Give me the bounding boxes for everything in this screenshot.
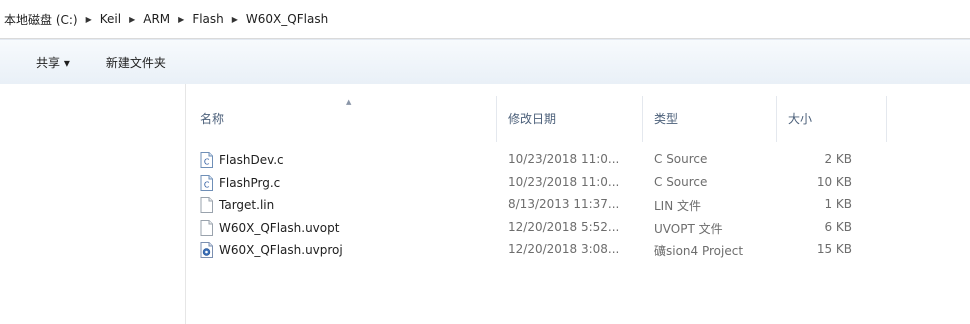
column-header-name[interactable]: 名称	[200, 110, 224, 127]
file-name: FlashDev.c	[219, 153, 284, 167]
file-size: 1 KB	[824, 197, 852, 211]
file-row-target-lin[interactable]: Target.lin 8/13/2013 11:37... LIN 文件 1 K…	[186, 193, 970, 216]
file-type: C Source	[654, 152, 708, 166]
breadcrumb-separator-icon[interactable]: ▶	[129, 15, 135, 24]
new-folder-button[interactable]: 新建文件夹	[100, 50, 172, 75]
sort-ascending-icon: ▲	[346, 98, 352, 106]
file-list-view[interactable]: 名称 ▲ 修改日期 类型 大小 C FlashDev.c 10/23/2018 …	[186, 84, 970, 324]
address-bar[interactable]: 本地磁盘 (C:) ▶ Keil ▶ ARM ▶ Flash ▶ W60X_QF…	[0, 0, 970, 38]
file-name-cell: W60X_QFlash.uvopt	[200, 219, 340, 236]
file-name: FlashPrg.c	[219, 175, 281, 190]
file-modified-date: 10/23/2018 11:0...	[508, 152, 620, 166]
column-divider[interactable]	[642, 96, 643, 142]
svg-text:C: C	[204, 158, 210, 167]
column-header-size[interactable]: 大小	[788, 110, 812, 127]
breadcrumb-item-drive[interactable]: 本地磁盘 (C:)	[2, 11, 80, 28]
command-toolbar: 共享 ▾ 新建文件夹	[0, 39, 970, 85]
file-type: 礦sion4 Project	[654, 244, 744, 258]
column-header-row: 名称 ▲ 修改日期 类型 大小	[186, 96, 970, 142]
file-name: W60X_QFlash.uvproj	[219, 243, 343, 257]
file-type: LIN 文件	[654, 199, 702, 213]
file-modified-date: 12/20/2018 3:08...	[508, 242, 620, 256]
breadcrumb-separator-icon[interactable]: ▶	[232, 15, 238, 24]
file-size: 2 KB	[824, 152, 852, 166]
breadcrumb-separator-icon[interactable]: ▶	[178, 15, 184, 24]
file-name: Target.lin	[219, 198, 275, 212]
file-type: C Source	[654, 174, 708, 189]
breadcrumb-item-flash[interactable]: Flash	[190, 12, 225, 26]
file-row-flashprg-c[interactable]: C FlashPrg.c 10/23/2018 11:0... C Source…	[186, 171, 970, 194]
generic-file-icon	[200, 197, 213, 213]
column-header-modified[interactable]: 修改日期	[508, 110, 556, 127]
svg-text:C: C	[204, 180, 210, 189]
column-divider[interactable]	[886, 96, 887, 142]
file-size: 6 KB	[824, 219, 852, 234]
c-source-file-icon: C	[200, 152, 213, 168]
file-name-cell: W60X_QFlash.uvproj	[200, 242, 343, 258]
file-modified-date: 12/20/2018 5:52...	[508, 219, 620, 234]
file-name-cell: Target.lin	[200, 197, 274, 213]
breadcrumb-item-current-folder[interactable]: W60X_QFlash	[244, 12, 330, 26]
file-list: C FlashDev.c 10/23/2018 11:0... C Source…	[186, 148, 970, 261]
breadcrumb-item-arm[interactable]: ARM	[141, 12, 172, 26]
file-name-cell: C FlashDev.c	[200, 152, 284, 168]
new-folder-button-label: 新建文件夹	[105, 55, 166, 70]
file-name-cell: C FlashPrg.c	[200, 174, 281, 191]
file-modified-date: 10/23/2018 11:0...	[508, 174, 620, 189]
generic-file-icon	[200, 219, 213, 236]
share-button-label: 共享 ▾	[36, 55, 70, 70]
breadcrumb-item-keil[interactable]: Keil	[98, 12, 123, 26]
file-row-w60x-qflash-uvopt[interactable]: W60X_QFlash.uvopt 12/20/2018 5:52... UVO…	[186, 216, 970, 239]
file-row-w60x-qflash-uvproj[interactable]: W60X_QFlash.uvproj 12/20/2018 3:08... 礦s…	[186, 238, 970, 261]
c-source-file-icon: C	[200, 174, 213, 191]
file-size: 15 KB	[816, 242, 852, 256]
share-button[interactable]: 共享 ▾	[30, 50, 76, 75]
breadcrumb-separator-icon[interactable]: ▶	[86, 15, 92, 24]
column-divider[interactable]	[776, 96, 777, 142]
uvision-project-icon	[200, 242, 213, 258]
file-name: W60X_QFlash.uvopt	[219, 220, 340, 235]
breadcrumb: 本地磁盘 (C:) ▶ Keil ▶ ARM ▶ Flash ▶ W60X_QF…	[0, 11, 330, 28]
file-row-flashdev-c[interactable]: C FlashDev.c 10/23/2018 11:0... C Source…	[186, 148, 970, 171]
file-size: 10 KB	[816, 174, 852, 189]
column-header-type[interactable]: 类型	[654, 110, 678, 127]
file-modified-date: 8/13/2013 11:37...	[508, 197, 620, 211]
file-type: UVOPT 文件	[654, 221, 723, 236]
navigation-pane[interactable]	[0, 84, 186, 324]
column-divider[interactable]	[496, 96, 497, 142]
